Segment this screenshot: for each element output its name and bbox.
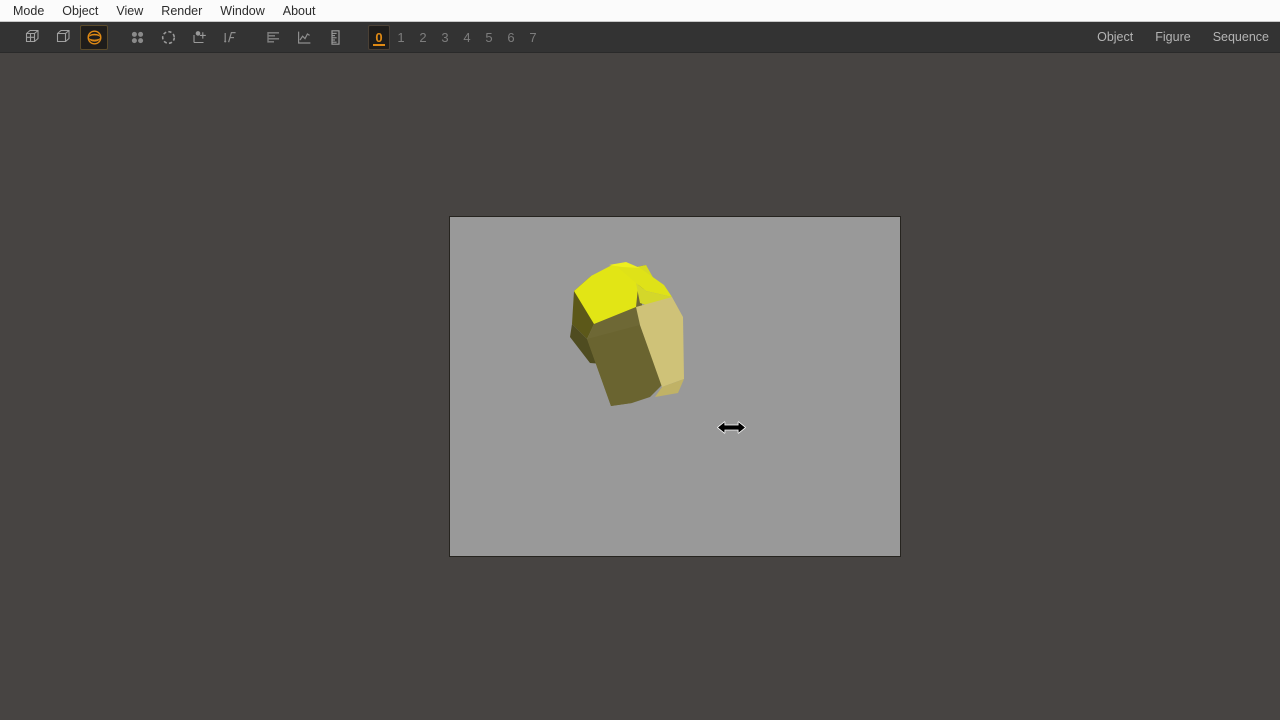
line-chart-tool-button[interactable] [290, 25, 318, 50]
layer-button-1[interactable]: 1 [390, 25, 412, 50]
menu-mode[interactable]: Mode [4, 1, 53, 21]
sphere-object-tool-button[interactable] [80, 24, 108, 50]
viewport-canvas [450, 217, 900, 556]
menu-window[interactable]: Window [211, 1, 273, 21]
particles-tool-button[interactable] [185, 25, 213, 50]
layer-button-3[interactable]: 3 [434, 25, 456, 50]
layer-button-group: 0 1 2 3 4 5 6 7 [368, 22, 544, 53]
menu-about[interactable]: About [274, 1, 325, 21]
layer-button-6[interactable]: 6 [500, 25, 522, 50]
layer-button-5[interactable]: 5 [478, 25, 500, 50]
particles-icon [191, 30, 208, 46]
wireframe-cube-icon [24, 29, 41, 46]
menu-object[interactable]: Object [53, 1, 107, 21]
solid-cube-tool-button[interactable] [49, 25, 77, 50]
panel-tab-group: Object Figure Sequence [1086, 22, 1280, 53]
force-field-tool-button[interactable] [216, 25, 244, 50]
align-list-tool-button[interactable] [259, 25, 287, 50]
ruler-tool-button[interactable] [321, 25, 349, 50]
four-dots-grid-icon [131, 31, 143, 43]
solid-cube-icon [55, 29, 72, 46]
dashed-circle-icon [160, 29, 177, 46]
panel-tab-figure[interactable]: Figure [1144, 25, 1201, 50]
toolbar-separator-2 [247, 25, 259, 50]
main-toolbar: 0 1 2 3 4 5 6 7 Object Figure Sequence [0, 22, 1280, 53]
line-chart-icon [296, 29, 313, 46]
toolbar-tool-group [0, 22, 352, 53]
render-viewport[interactable] [449, 216, 901, 557]
application-window: Mode Object View Render Window About 0 1… [0, 0, 1280, 720]
align-list-icon [265, 29, 282, 46]
menu-render[interactable]: Render [152, 1, 211, 21]
dashed-circle-tool-button[interactable] [154, 25, 182, 50]
layer-button-7[interactable]: 7 [522, 25, 544, 50]
layer-button-4[interactable]: 4 [456, 25, 478, 50]
layer-button-0[interactable]: 0 [368, 24, 390, 50]
panel-tab-sequence[interactable]: Sequence [1202, 25, 1280, 50]
layer-button-2[interactable]: 2 [412, 25, 434, 50]
wireframe-cube-tool-button[interactable] [18, 25, 46, 50]
toolbar-separator-1 [111, 25, 123, 50]
ruler-icon [327, 29, 344, 46]
sphere-object-icon [86, 29, 103, 46]
force-field-icon [222, 29, 239, 46]
panel-tab-object[interactable]: Object [1086, 25, 1144, 50]
menu-bar: Mode Object View Render Window About [0, 0, 1280, 22]
menu-view[interactable]: View [107, 1, 152, 21]
four-dots-grid-tool-button[interactable] [123, 25, 151, 50]
